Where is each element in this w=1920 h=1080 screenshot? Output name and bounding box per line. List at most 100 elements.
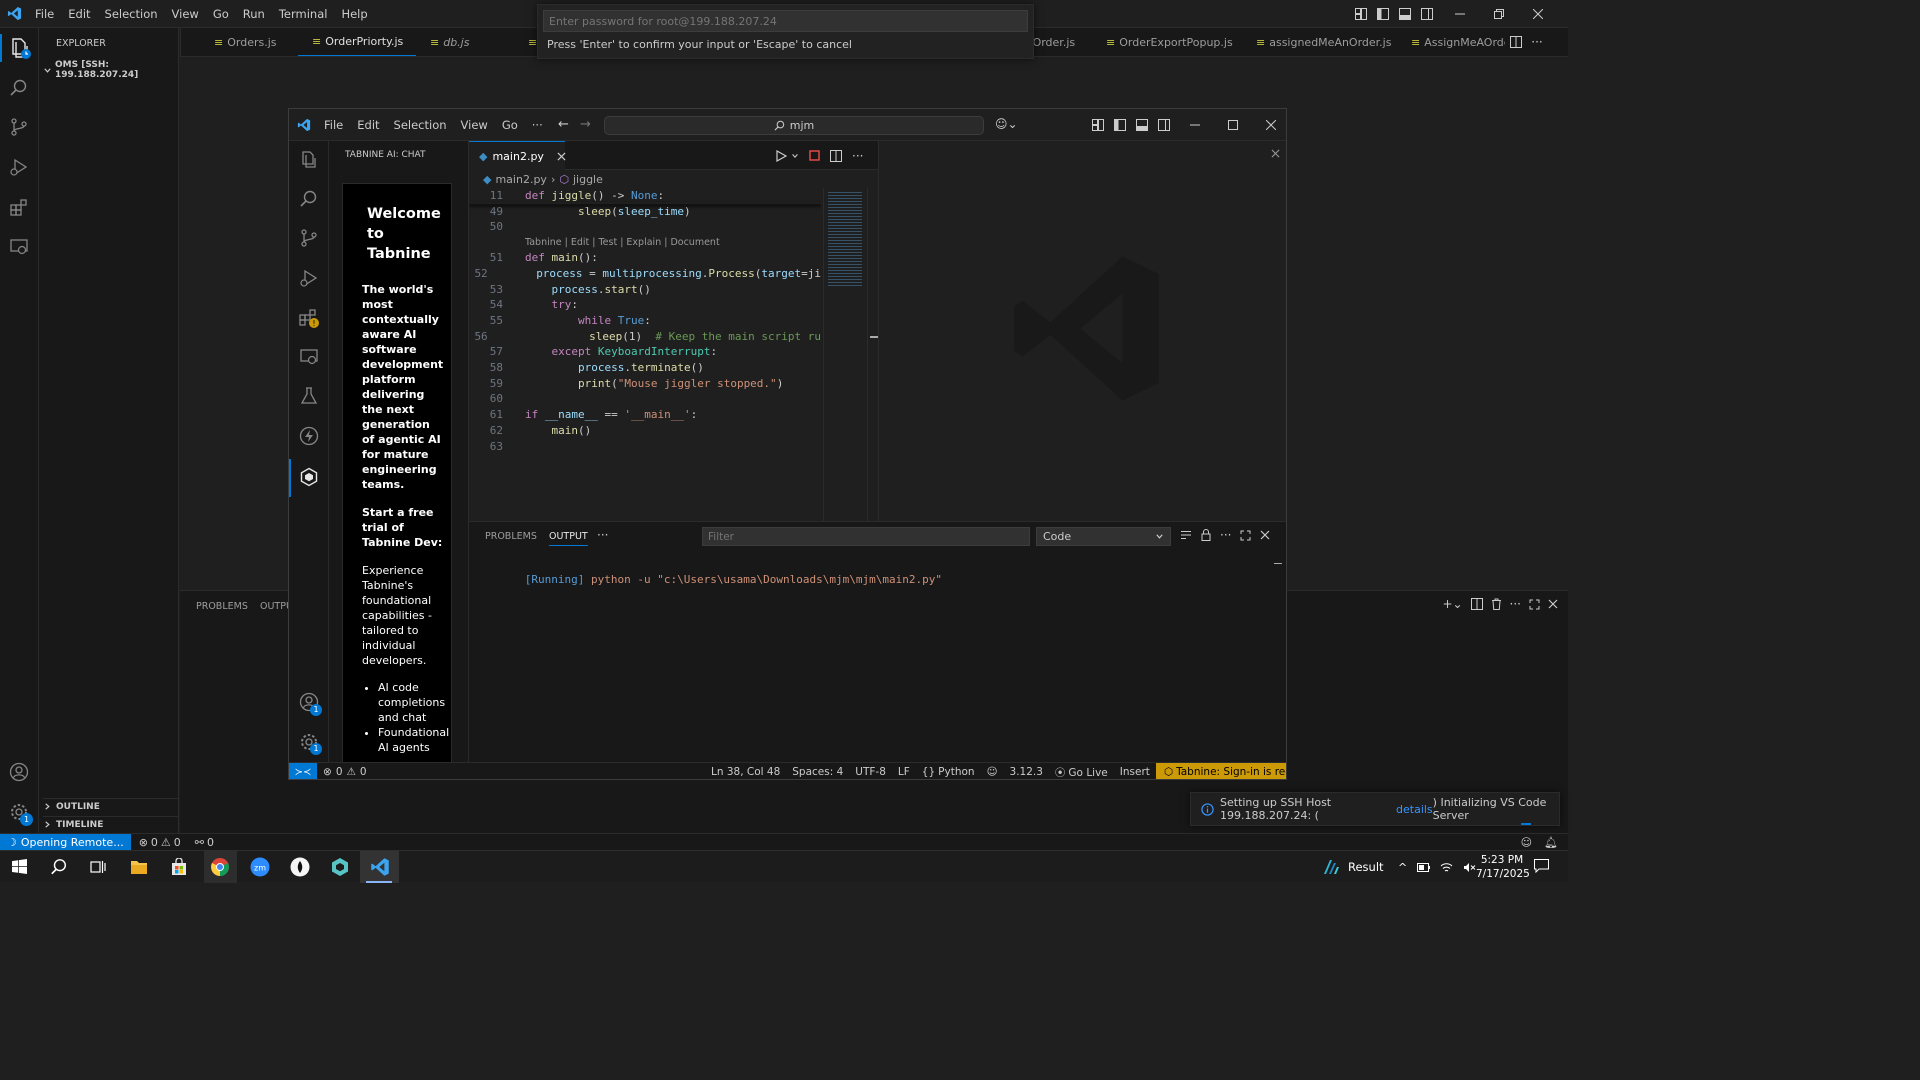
word-wrap-icon[interactable] [1180, 530, 1192, 541]
testing-flask-icon[interactable] [290, 377, 328, 415]
explorer-icon[interactable] [8, 36, 32, 60]
battery-icon[interactable] [1417, 862, 1431, 872]
tab-main2-py[interactable]: ◆ main2.py [469, 141, 566, 170]
codelens[interactable]: Tabnine | Edit | Test | Explain | Docume… [469, 235, 821, 250]
minimize-icon[interactable] [1175, 120, 1215, 130]
tabnine-icon[interactable] [290, 458, 328, 496]
command-center-search[interactable]: mjm [604, 116, 984, 135]
maximize-panel-icon[interactable] [1240, 530, 1251, 541]
panel-tab-problems[interactable]: PROBLEMS [485, 531, 537, 542]
toggle-sidebar-icon[interactable] [1109, 119, 1131, 131]
tab-assignedmeanorder-js[interactable]: ≡ assignedMeAnOrder.js [1242, 28, 1397, 56]
copilot-icon[interactable]: ☺ [1521, 836, 1532, 849]
notification-details-link[interactable]: details [1396, 803, 1433, 816]
code-area[interactable]: 11 def jiggle() -> None: 49 sleep(sleep_ti… [469, 188, 821, 521]
clock[interactable]: 5:23 PM 7/17/2025 [1476, 853, 1530, 881]
explorer-icon[interactable] [290, 141, 328, 179]
python-version[interactable]: 3.12.3 [1004, 766, 1049, 778]
customize-layout-icon[interactable] [1087, 119, 1109, 131]
go-live[interactable]: ⦿ Go Live [1049, 765, 1114, 780]
maximize-icon[interactable] [1215, 120, 1251, 130]
tab-orderexportpopup-js[interactable]: ≡ OrderExportPopup.js [1092, 28, 1242, 56]
result-widget[interactable]: Result [1322, 851, 1384, 883]
output-channel-select[interactable]: Code [1036, 527, 1171, 546]
output-more-icon[interactable]: ··· [1220, 528, 1231, 542]
remote-indicator[interactable]: ☽ Opening Remote... [0, 833, 131, 851]
wifi-icon[interactable] [1440, 862, 1453, 873]
run-python-icon[interactable] [776, 149, 787, 162]
app-hexagon-icon[interactable] [330, 857, 350, 877]
manage-gear-icon[interactable] [290, 723, 328, 761]
trash-icon[interactable] [1491, 598, 1502, 610]
menu-run[interactable]: Run [236, 7, 272, 21]
encoding[interactable]: UTF-8 [849, 766, 892, 778]
close-window-icon[interactable] [1251, 120, 1286, 130]
copilot-menu-icon[interactable]: ☺⌄ [995, 117, 1018, 131]
extensions-warning-icon[interactable]: ! [290, 299, 328, 337]
run-debug-icon[interactable] [290, 259, 328, 297]
toggle-sidebar-icon[interactable] [1372, 8, 1394, 20]
chevron-up-icon[interactable]: ^ [1398, 861, 1407, 874]
tab-orders-js[interactable]: ≡ Orders.js [180, 28, 298, 56]
panel-tab-output[interactable]: OUTPUT [549, 531, 588, 546]
split-terminal-icon[interactable] [1470, 598, 1483, 610]
toggle-secondary-sidebar-icon[interactable] [1416, 8, 1438, 20]
output-filter-input[interactable] [702, 527, 1030, 546]
minimize-icon[interactable] [1438, 9, 1482, 19]
close-group-icon[interactable] [1271, 149, 1280, 158]
more-actions-icon[interactable]: ··· [1527, 35, 1547, 49]
problems-status[interactable]: ⊗ 0 ⚠ 0 [317, 766, 375, 778]
search-icon[interactable] [50, 858, 68, 876]
cursor-position[interactable]: Ln 38, Col 48 [705, 766, 786, 778]
run-debug-icon[interactable] [9, 157, 29, 177]
editor-scrollbar[interactable] [867, 188, 878, 521]
microsoft-store-icon[interactable] [170, 858, 188, 876]
tab-db-js[interactable]: ≡ db.js [416, 28, 514, 56]
menu-edit[interactable]: Edit [61, 7, 97, 21]
menu-view[interactable]: View [165, 7, 206, 21]
close-window-icon[interactable] [1516, 9, 1560, 19]
editor-mode[interactable]: Insert [1114, 766, 1156, 778]
toggle-panel-icon[interactable] [1394, 8, 1416, 20]
inner-menu-selection[interactable]: Selection [387, 118, 454, 132]
inner-menu-file[interactable]: File [317, 118, 350, 132]
end-of-line[interactable]: LF [892, 766, 916, 778]
source-control-icon[interactable] [9, 117, 29, 137]
close-panel-icon[interactable] [1260, 530, 1270, 540]
back-arrow-icon[interactable]: ← [558, 117, 569, 132]
toggle-secondary-sidebar-icon[interactable] [1153, 119, 1175, 131]
password-input[interactable] [543, 10, 1028, 32]
extensions-icon[interactable] [9, 197, 29, 217]
menu-file[interactable]: File [28, 7, 61, 21]
workspace-folder[interactable]: OMS [SSH: 199.188.207.24] [43, 60, 178, 80]
chrome-icon[interactable] [210, 857, 230, 877]
remote-explorer-icon[interactable] [9, 237, 29, 257]
outer-panel-tab-problems[interactable]: PROBLEMS [196, 601, 248, 612]
tab-orderpriorty-js[interactable]: ≡ OrderPriorty.js [298, 28, 416, 56]
source-control-icon[interactable] [290, 219, 328, 257]
inner-menu-edit[interactable]: Edit [350, 118, 386, 132]
lightning-icon[interactable] [290, 417, 328, 455]
close-tab-icon[interactable] [557, 151, 566, 161]
outline-section[interactable]: OUTLINE [43, 798, 179, 814]
customize-layout-icon[interactable] [1350, 8, 1372, 20]
restore-icon[interactable] [1482, 9, 1516, 19]
inner-menu-more[interactable]: ··· [525, 118, 550, 132]
file-explorer-icon[interactable] [130, 858, 148, 875]
run-dropdown-icon[interactable] [791, 152, 799, 160]
notification-center-icon[interactable] [1534, 859, 1549, 873]
toggle-panel-icon[interactable] [1131, 119, 1153, 131]
minimap[interactable] [823, 188, 865, 521]
tab-assignmeaorder[interactable]: ≡AssignMeAOrder [1397, 28, 1505, 56]
remote-explorer-icon[interactable] [290, 338, 328, 376]
task-view-icon[interactable] [90, 859, 106, 875]
indentation[interactable]: Spaces: 4 [786, 766, 849, 778]
ports-status[interactable]: ⚯ 0 [189, 836, 220, 849]
windows-start-icon[interactable] [12, 859, 27, 874]
editor-more-icon[interactable]: ··· [852, 149, 863, 163]
lock-icon[interactable] [1201, 529, 1211, 541]
tabnine-status[interactable]: ⬡Tabnine: Sign-in is required [1155, 763, 1286, 779]
remote-button[interactable]: ≻≺ [289, 763, 317, 779]
menu-selection[interactable]: Selection [98, 7, 165, 21]
search-icon[interactable] [9, 78, 29, 98]
